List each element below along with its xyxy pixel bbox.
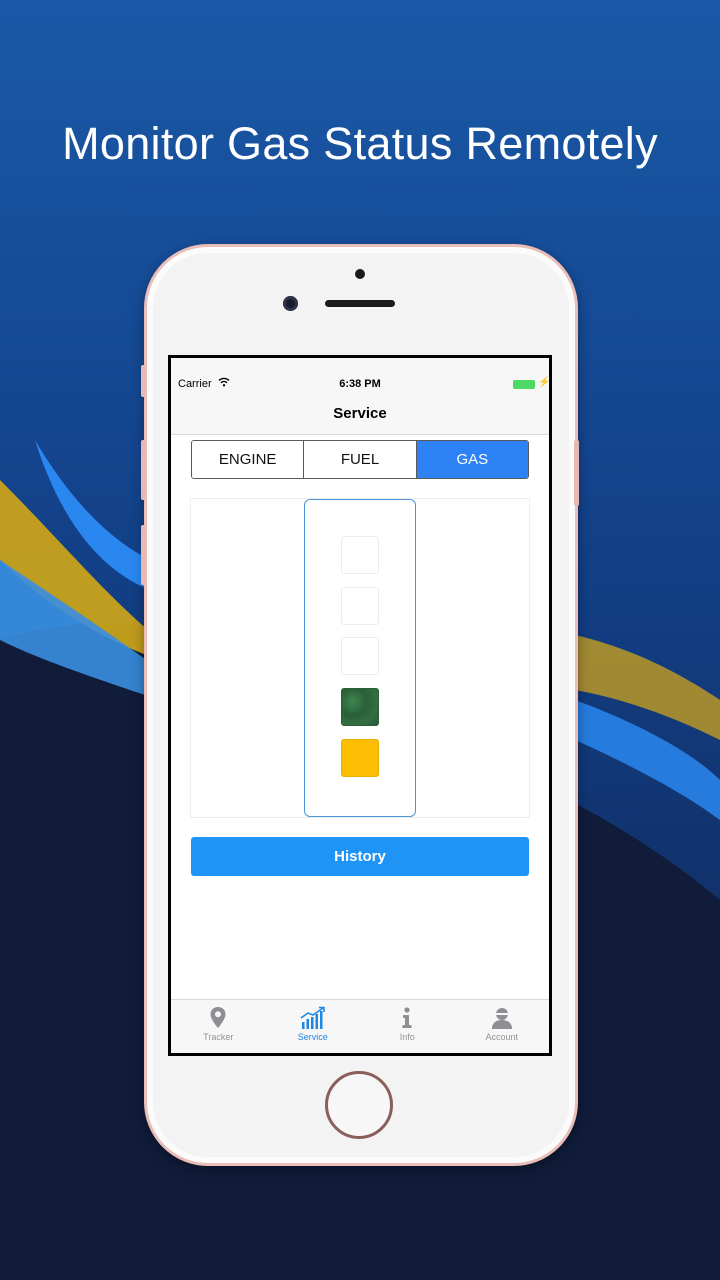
phone-volume-down	[141, 525, 146, 585]
tab-service-label: Service	[297, 1032, 328, 1042]
phone-silent-switch	[141, 365, 146, 397]
segment-gas[interactable]: GAS	[416, 441, 528, 478]
app-screen: Carrier 6:38 PM ⚡ Service ENGINE FUEL GA…	[171, 358, 549, 1053]
gas-level-cell-5	[341, 536, 379, 574]
tab-tracker-label: Tracker	[203, 1032, 234, 1042]
front-camera	[283, 296, 298, 311]
page-title: Service	[333, 405, 387, 422]
user-icon	[491, 1008, 512, 1029]
location-pin-icon	[210, 1007, 226, 1028]
phone-screen: Carrier 6:38 PM ⚡ Service ENGINE FUEL GA…	[168, 355, 552, 1056]
segment-fuel[interactable]: FUEL	[304, 441, 417, 478]
tab-tracker[interactable]: Tracker	[171, 1000, 266, 1053]
gas-level-cell-3	[341, 637, 379, 675]
status-time: 6:38 PM	[339, 378, 381, 390]
proximity-sensor	[355, 269, 365, 279]
service-segmented-control: ENGINE FUEL GAS	[191, 440, 529, 479]
home-button[interactable]	[325, 1071, 393, 1139]
gas-level-cell-1	[341, 739, 379, 777]
tab-account-label: Account	[485, 1032, 519, 1042]
tab-bar: Tracker Service Info Account	[171, 999, 549, 1053]
navigation-bar: Service	[171, 394, 549, 435]
chart-bars-icon	[300, 1006, 325, 1029]
history-button[interactable]: History	[191, 837, 529, 876]
phone-power-button	[574, 440, 579, 506]
status-bar-padding	[171, 358, 549, 374]
earpiece-speaker	[325, 300, 395, 307]
info-icon	[402, 1007, 412, 1028]
promo-headline: Monitor Gas Status Remotely	[62, 118, 658, 169]
charging-bolt-icon: ⚡	[538, 377, 549, 388]
gas-level-cell-4	[341, 587, 379, 625]
status-bar: Carrier 6:38 PM ⚡	[171, 374, 549, 394]
battery-charging-icon	[513, 380, 535, 389]
tab-account[interactable]: Account	[455, 1000, 550, 1053]
tab-info-label: Info	[399, 1032, 415, 1042]
gas-level-cell-2	[341, 688, 379, 726]
segment-engine[interactable]: ENGINE	[192, 441, 305, 478]
tab-info[interactable]: Info	[360, 1000, 455, 1053]
tab-service[interactable]: Service	[266, 1000, 361, 1053]
phone-volume-up	[141, 440, 146, 500]
